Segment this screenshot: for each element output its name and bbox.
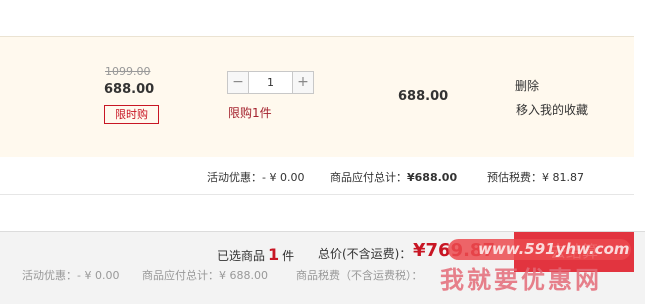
original-price: 1099.00 xyxy=(105,65,151,78)
quantity-input[interactable]: 1 xyxy=(249,72,292,93)
promo-discount-value: - ¥ 0.00 xyxy=(262,171,305,184)
payable-total-label: 商品应付总计： xyxy=(330,171,407,184)
move-to-favorites-link[interactable]: 移入我的收藏 xyxy=(516,101,588,118)
purchase-limit-note: 限购1件 xyxy=(228,106,272,120)
estimated-tax-value: ¥ 81.87 xyxy=(542,171,584,184)
cart-item-row: 1099.00 688.00 限时购 − 1 + 限购1件 688.00 删除 … xyxy=(0,36,634,158)
delete-link[interactable]: 删除 xyxy=(515,77,539,94)
selected-count-value: 1 xyxy=(268,245,280,264)
order-summary-row: 活动优惠：- ¥ 0.00 商品应付总计：¥688.00 预估税费：¥ 81.8… xyxy=(0,157,634,195)
promo-discount: 活动优惠：- ¥ 0.00 xyxy=(207,169,304,185)
footer-payable-total: 商品应付总计：¥ 688.00 xyxy=(142,269,268,282)
quantity-stepper: − 1 + xyxy=(227,71,314,94)
selected-prefix: 已选商品 xyxy=(217,249,266,263)
watermark-url: www.591yhw.com xyxy=(478,240,630,258)
promo-discount-label: 活动优惠： xyxy=(207,171,262,184)
unit-price: 688.00 xyxy=(104,82,155,97)
estimated-tax-label: 预估税费： xyxy=(487,171,542,184)
flash-sale-badge: 限时购 xyxy=(104,105,159,124)
payable-total-value: ¥688.00 xyxy=(407,171,458,184)
increase-quantity-button[interactable]: + xyxy=(292,72,313,93)
payable-total: 商品应付总计：¥688.00 xyxy=(330,169,457,185)
estimated-tax: 预估税费：¥ 81.87 xyxy=(487,169,584,185)
footer-tax-label: 商品税费（不含运费税）： xyxy=(296,269,423,282)
watermark-text: 我就要优惠网 xyxy=(440,266,602,294)
selected-items-count: 已选商品 1 件 xyxy=(217,245,294,264)
total-price-label: 总价(不含运费)： xyxy=(318,247,412,261)
footer-promo-discount: 活动优惠：- ¥ 0.00 xyxy=(22,269,120,282)
selected-suffix: 件 xyxy=(282,249,295,263)
decrease-quantity-button[interactable]: − xyxy=(228,72,249,93)
item-subtotal: 688.00 xyxy=(398,89,449,104)
